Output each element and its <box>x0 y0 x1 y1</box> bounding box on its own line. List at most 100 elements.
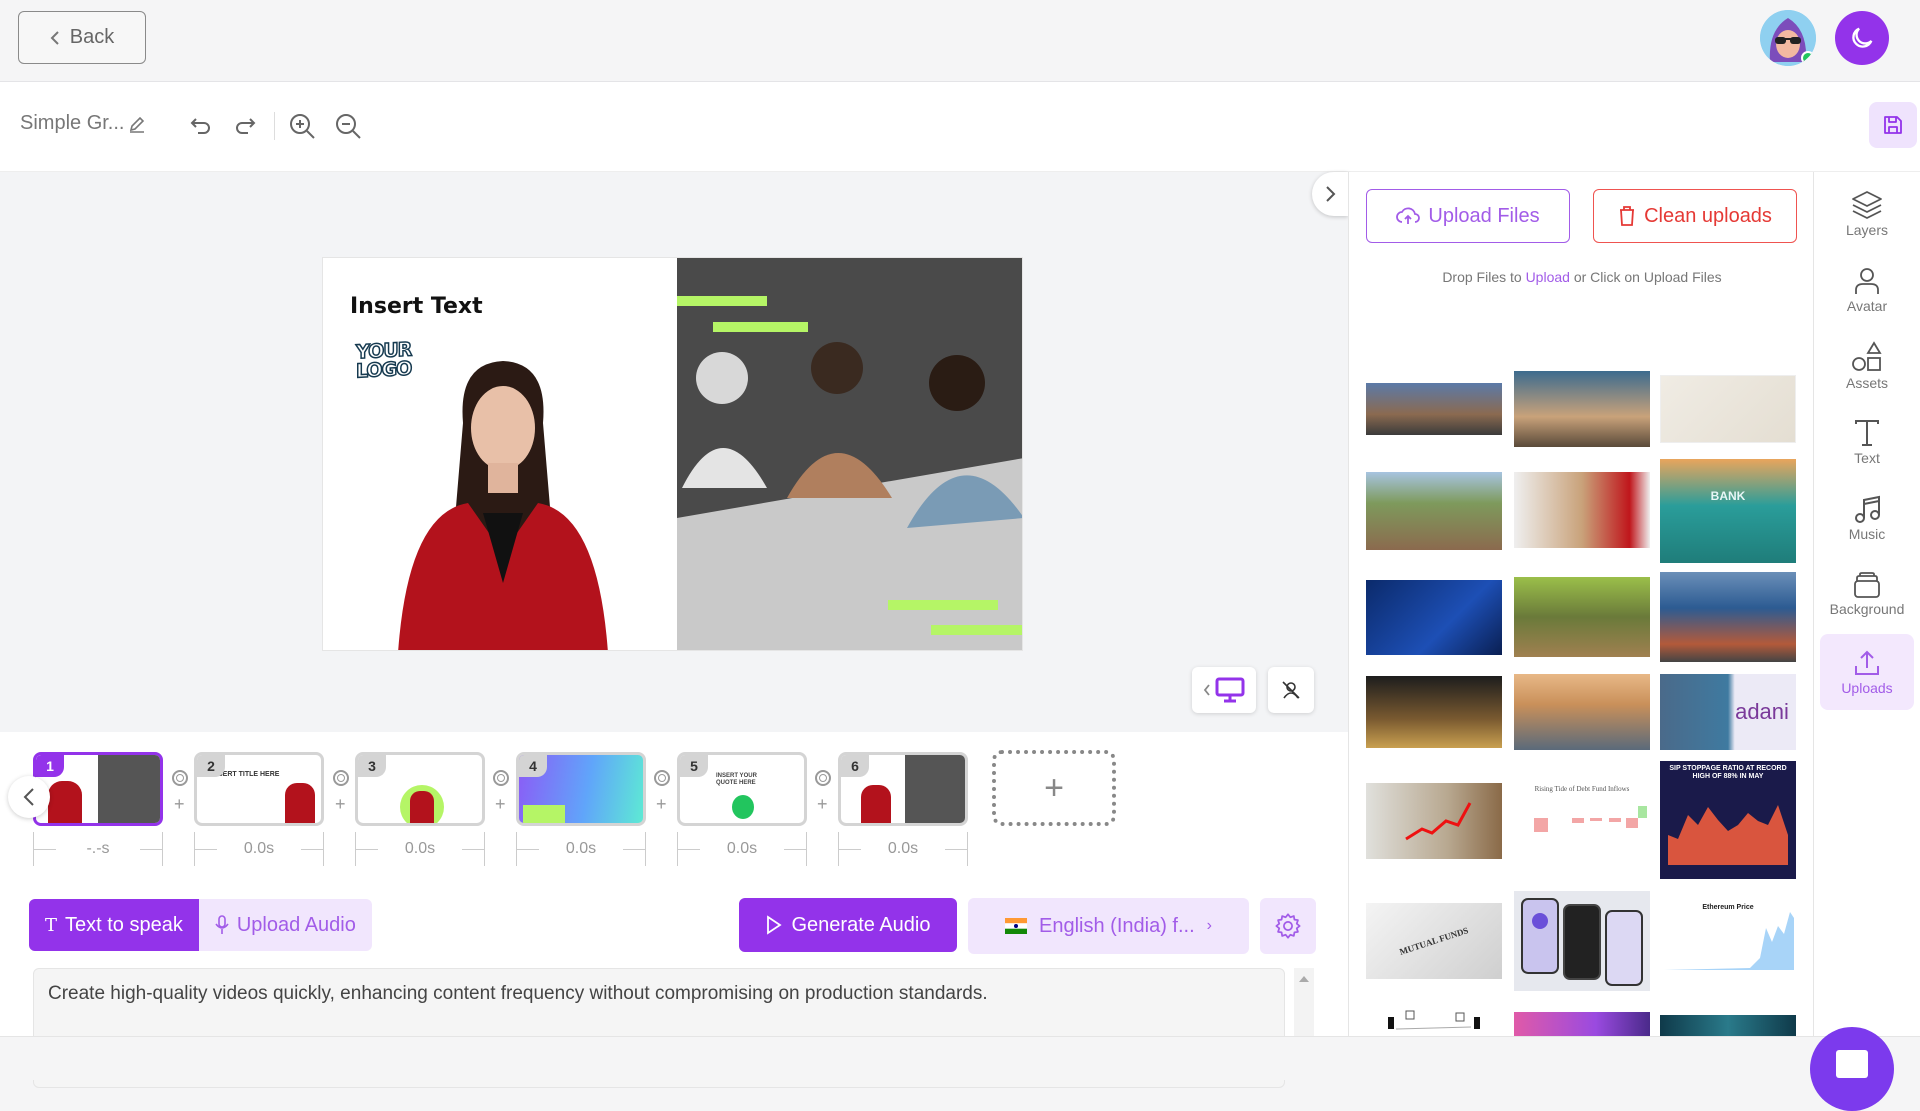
gallery-image-debt-fund-chart[interactable]: Rising Tide of Debt Fund Inflows <box>1514 782 1650 860</box>
gallery-image-building-tower[interactable] <box>1366 383 1502 435</box>
mutual-funds-caption: MUTUAL FUNDS <box>1398 925 1470 957</box>
zoom-in-icon <box>290 114 315 139</box>
sidebar-item-text[interactable]: Text <box>1820 408 1914 476</box>
user-avatar[interactable] <box>1760 10 1816 66</box>
transition-icon[interactable] <box>333 770 349 786</box>
project-title[interactable]: Simple Gr... <box>20 112 146 135</box>
theme-toggle-button[interactable] <box>1835 11 1889 65</box>
slide-heading-text[interactable]: Insert Text <box>350 294 483 319</box>
chevron-right-icon: › <box>1206 917 1212 934</box>
back-label: Back <box>69 26 115 48</box>
redo-button[interactable] <box>230 111 260 141</box>
gallery-image-mutual-funds-glasses[interactable]: MUTUAL FUNDS <box>1366 903 1502 979</box>
gallery-image-ethereum-price-chart[interactable]: Ethereum Price <box>1660 898 1796 980</box>
gallery-image-stadium-aerial[interactable] <box>1514 371 1650 447</box>
transition-icon[interactable] <box>172 770 188 786</box>
pencil-icon[interactable] <box>128 115 146 133</box>
gallery-image-coin-stacks-chart[interactable] <box>1366 676 1502 748</box>
top-bar: Back <box>0 0 1920 82</box>
gallery-image-bank-building[interactable]: BANK <box>1660 459 1796 563</box>
online-status-dot <box>1801 51 1815 65</box>
gallery-image-network-diagram[interactable] <box>1366 1007 1502 1036</box>
add-slide-button[interactable]: + <box>992 750 1116 826</box>
gallery-image-land-plots[interactable] <box>1366 472 1502 550</box>
sidebar-item-background[interactable]: Background <box>1820 560 1914 628</box>
gallery-image-house-on-coins[interactable] <box>1514 577 1650 657</box>
presenter-avatar-image[interactable] <box>368 353 638 651</box>
upload-audio-tab[interactable]: Upload Audio <box>198 899 372 951</box>
sidebar-item-music[interactable]: Music <box>1820 484 1914 552</box>
sidebar-item-uploads[interactable]: Uploads <box>1820 634 1914 710</box>
transition-icon[interactable] <box>493 770 509 786</box>
transition-icon[interactable] <box>815 770 831 786</box>
device-view-button[interactable] <box>1192 667 1256 713</box>
slide-thumbnail[interactable]: 6 <box>838 752 968 826</box>
gallery-image-speaker-pink-stage[interactable] <box>1514 1012 1650 1036</box>
transition-icon[interactable] <box>654 770 670 786</box>
avatar-off-icon <box>1282 681 1300 699</box>
gallery-image-cargo-ship-sunset[interactable] <box>1514 674 1650 750</box>
back-button[interactable]: Back <box>18 11 146 64</box>
gallery-image-port-cranes[interactable] <box>1660 572 1796 662</box>
slide-thumbnail[interactable]: 2 INSERT TITLE HERE <box>194 752 324 826</box>
text-to-speak-label: Text to speak <box>65 913 183 936</box>
chat-support-button[interactable] <box>1810 1027 1894 1111</box>
debt-fund-bars-illustration <box>1534 806 1647 832</box>
collapse-panel-button[interactable] <box>1312 172 1348 216</box>
gallery-image-coins-red-arrow[interactable] <box>1366 783 1502 859</box>
slide-thumbnail[interactable]: 4 <box>516 752 646 826</box>
gallery-image-coins-piggy-bank[interactable] <box>1514 472 1650 548</box>
project-title-text: Simple Gr... <box>20 112 125 134</box>
chevron-left-icon <box>50 30 59 45</box>
gallery-image-adani-ports[interactable]: adani <box>1660 674 1796 750</box>
clean-uploads-button[interactable]: Clean uploads <box>1593 189 1797 243</box>
sidebar-item-layers[interactable]: Layers <box>1820 180 1914 248</box>
gallery-image-blue-stock-chart[interactable] <box>1366 580 1502 655</box>
voice-settings-button[interactable] <box>1260 898 1316 954</box>
gallery-image-route-map[interactable] <box>1660 375 1796 443</box>
zoom-out-button[interactable] <box>333 111 363 141</box>
gallery-image-sip-stoppage-chart[interactable]: SIP STOPPAGE RATIO AT RECORD HIGH OF 88%… <box>1660 761 1796 879</box>
sidebar-label: Text <box>1854 450 1880 466</box>
gallery-image-tech-corridor[interactable] <box>1660 1015 1796 1036</box>
insert-slide-plus[interactable]: + <box>656 794 667 815</box>
insert-slide-plus[interactable]: + <box>495 794 506 815</box>
slide-thumbnail[interactable]: 1 <box>33 752 163 826</box>
thumb-presenter <box>861 785 891 823</box>
voice-language-selector[interactable]: English (India) f... › <box>968 898 1249 954</box>
script-scrollbar[interactable] <box>1294 968 1314 1038</box>
slide-thumbnail[interactable]: 5 INSERT YOUR QUOTE HERE <box>677 752 807 826</box>
insert-slide-plus[interactable]: + <box>174 794 185 815</box>
insert-slide-plus[interactable]: + <box>335 794 346 815</box>
thumb-photo <box>98 755 160 823</box>
undo-button[interactable] <box>186 111 216 141</box>
hide-avatar-button[interactable] <box>1268 667 1314 713</box>
upload-files-label: Upload Files <box>1428 204 1540 227</box>
thumb-presenter <box>285 783 315 823</box>
save-button[interactable] <box>1869 102 1917 148</box>
person-icon <box>1855 268 1879 294</box>
gallery-image-crypto-app-phones[interactable] <box>1514 891 1650 991</box>
upload-link[interactable]: Upload <box>1526 269 1570 285</box>
timeline-scroll-left-button[interactable] <box>8 776 50 818</box>
insert-slide-plus[interactable]: + <box>817 794 828 815</box>
network-illustration <box>1388 1010 1480 1030</box>
thumb-presenter <box>48 781 82 823</box>
music-note-icon <box>1855 495 1880 523</box>
sidebar-item-avatar[interactable]: Avatar <box>1820 256 1914 324</box>
slide-duration: 0.0s <box>194 832 324 866</box>
slide-canvas[interactable]: Insert Text YOUR LOGO <box>322 257 1023 651</box>
upload-files-button[interactable]: Upload Files <box>1366 189 1570 243</box>
zoom-out-icon <box>336 114 361 139</box>
zoom-in-button[interactable] <box>287 111 317 141</box>
language-label: English (India) f... <box>1039 914 1195 937</box>
generate-audio-button[interactable]: Generate Audio <box>739 898 957 952</box>
floppy-disk-icon <box>1884 116 1902 134</box>
adani-caption: adani <box>1735 699 1789 724</box>
thumb-caption: INSERT YOUR QUOTE HERE <box>716 773 757 786</box>
undo-icon <box>190 118 210 134</box>
slide-thumbnail[interactable]: 3 <box>355 752 485 826</box>
text-to-speak-tab[interactable]: T Text to speak <box>29 899 199 951</box>
meeting-photo[interactable] <box>677 258 1022 650</box>
sidebar-item-assets[interactable]: Assets <box>1820 332 1914 400</box>
